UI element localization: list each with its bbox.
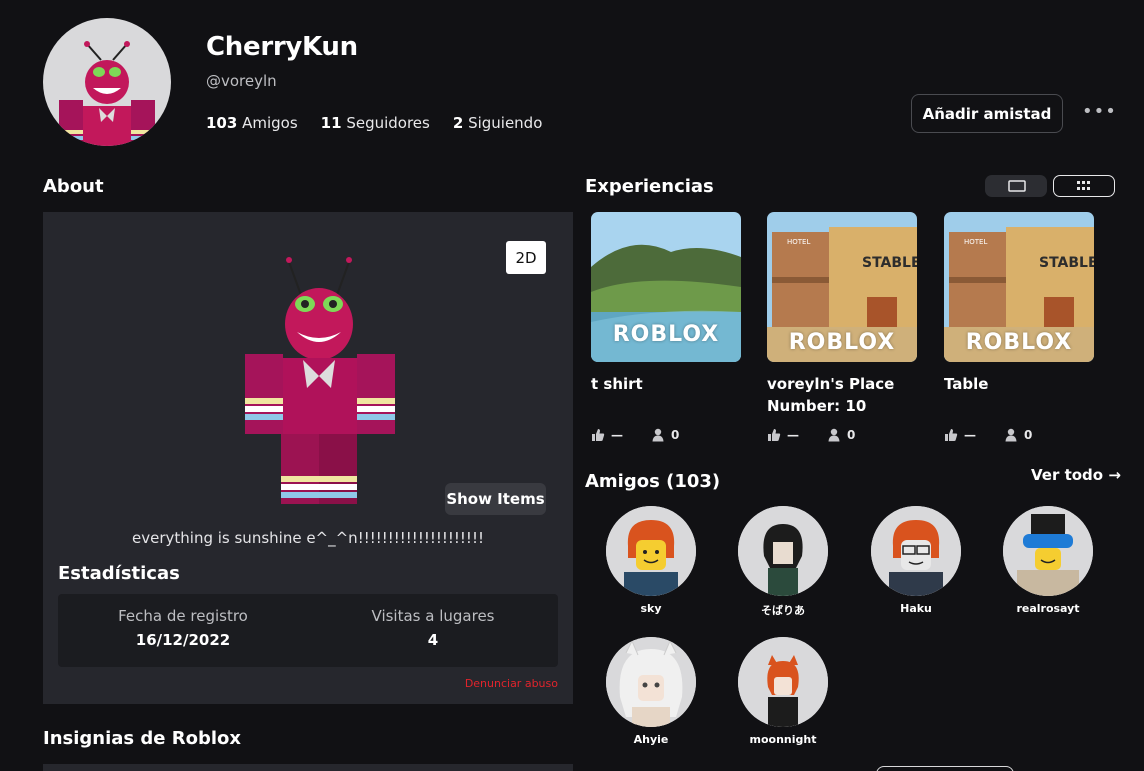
experiences-heading: Experiencias: [585, 176, 714, 197]
avatar-image: [59, 41, 155, 146]
add-friend-button[interactable]: Añadir amistad: [911, 94, 1063, 133]
badges-heading: Insignias de Roblox: [43, 728, 242, 749]
roblox-logo-text: ROBLOX: [612, 322, 720, 347]
about-panel: 2D Show Items everything is sunshine e^_…: [43, 212, 573, 704]
badges-panel: [43, 764, 573, 771]
profile-bio: everything is sunshine e^_^n!!!!!!!!!!!!…: [132, 529, 484, 547]
friend-name: そばりあ: [761, 604, 805, 617]
username-handle: @voreyln: [206, 72, 277, 90]
experience-card[interactable]: STABLE HOTEL ROBLOX Table — 0: [944, 212, 1095, 442]
roblox-logo-text: ROBLOX: [788, 330, 896, 355]
friend-name: sky: [640, 602, 662, 615]
profile-stats: 103 Amigos 11 Seguidores 2 Siguiendo: [206, 114, 542, 132]
following-count-link[interactable]: 2 Siguiendo: [453, 114, 543, 132]
experience-meta: — 0: [591, 428, 679, 442]
player-icon: [828, 428, 840, 442]
friend-avatar: [606, 637, 696, 727]
roblox-logo-text: ROBLOX: [965, 330, 1073, 355]
grid-view-icon: [1077, 181, 1090, 190]
friend-avatar: [1003, 506, 1093, 596]
avatar-3d-render[interactable]: [233, 248, 413, 508]
followers-count-link[interactable]: 11 Seguidores: [321, 114, 430, 132]
load-more-button[interactable]: [876, 766, 1014, 771]
svg-text:STABLE: STABLE: [1039, 255, 1094, 271]
experience-thumbnail: ROBLOX: [591, 212, 741, 362]
thumbs-up-icon: [768, 429, 781, 441]
report-abuse-link[interactable]: Denunciar abuso: [465, 677, 558, 690]
toggle-2d-button[interactable]: 2D: [506, 241, 546, 274]
friend-name: moonnight: [749, 733, 817, 746]
friend-tile[interactable]: Ahyie: [601, 637, 701, 746]
show-items-button[interactable]: Show Items: [445, 483, 546, 515]
player-icon: [652, 428, 664, 442]
profile-avatar: [43, 18, 171, 146]
experience-thumbnail: STABLE HOTEL ROBLOX: [944, 212, 1094, 362]
thumbs-up-icon: [945, 429, 958, 441]
about-heading: About: [43, 176, 104, 197]
friend-tile[interactable]: realrosayt: [998, 506, 1098, 615]
statistics-box: Fecha de registro 16/12/2022 Visitas a l…: [58, 594, 558, 667]
friend-tile[interactable]: そばりあ: [733, 506, 833, 618]
friend-name: Ahyie: [633, 733, 669, 746]
experience-name: Table: [944, 375, 989, 393]
friend-avatar: [738, 506, 828, 596]
friends-count-link[interactable]: 103 Amigos: [206, 114, 298, 132]
friend-name: realrosayt: [1016, 602, 1080, 615]
display-name: CherryKun: [206, 32, 358, 62]
thumbs-up-icon: [592, 429, 605, 441]
see-all-friends-link[interactable]: Ver todo →: [1031, 466, 1121, 484]
more-icon[interactable]: •••: [1082, 103, 1116, 124]
join-date-stat: Fecha de registro 16/12/2022: [118, 607, 248, 649]
svg-text:STABLE: STABLE: [862, 255, 917, 271]
friend-avatar: [738, 637, 828, 727]
friend-tile[interactable]: sky: [601, 506, 701, 615]
list-view-toggle[interactable]: [985, 175, 1047, 197]
svg-text:HOTEL: HOTEL: [787, 238, 810, 246]
grid-view-toggle[interactable]: [1053, 175, 1115, 197]
experience-name: voreyln's Place Number: 10: [767, 375, 895, 415]
friends-heading: Amigos (103): [585, 471, 721, 492]
friend-tile[interactable]: moonnight: [733, 637, 833, 746]
experience-name: t shirt: [591, 375, 643, 393]
friend-name: Haku: [900, 602, 932, 615]
experience-thumbnail: STABLE HOTEL ROBLOX: [767, 212, 917, 362]
friend-avatar: [606, 506, 696, 596]
experience-card[interactable]: ROBLOX t shirt — 0: [591, 212, 742, 442]
experience-meta: — 0: [767, 428, 855, 442]
experience-meta: — 0: [944, 428, 1032, 442]
list-view-icon: [1008, 180, 1026, 192]
experience-card[interactable]: STABLE HOTEL ROBLOX voreyln's Place Numb…: [767, 212, 918, 442]
place-visits-stat: Visitas a lugares 4: [371, 607, 495, 649]
player-icon: [1005, 428, 1017, 442]
friend-avatar: [871, 506, 961, 596]
svg-text:HOTEL: HOTEL: [964, 238, 987, 246]
statistics-heading: Estadísticas: [58, 563, 180, 584]
friend-tile[interactable]: Haku: [866, 506, 966, 615]
